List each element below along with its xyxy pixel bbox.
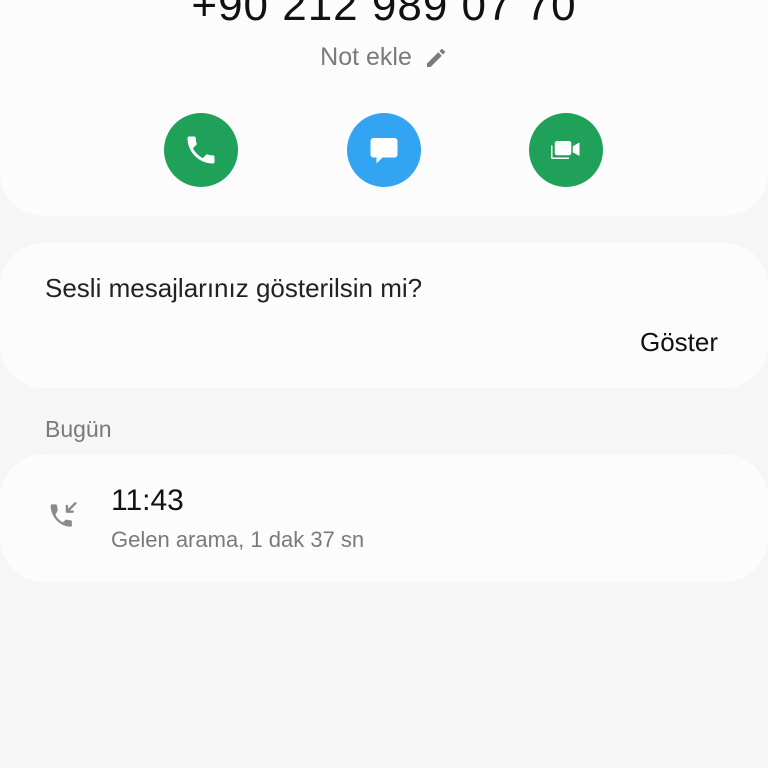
pencil-icon [426,48,445,67]
message-button[interactable] [347,113,421,187]
call-log-entry[interactable] [0,454,768,582]
call-log-detail: Gelen arama, 1 dak 37 sn [111,527,365,552]
history-section-label: Bugün [45,416,112,442]
message-bubble-icon [370,138,398,164]
call-log-time: 11:43 [111,484,184,517]
call-button[interactable] [164,113,238,187]
phone-icon [187,136,215,164]
add-note-label: Not ekle [320,43,412,71]
voicemail-question: Sesli mesajlarınız gösterilsin mi? [45,273,423,303]
add-note-button[interactable]: Not ekle [0,43,768,72]
phone-number: +90 212 989 07 70 [191,0,577,30]
show-voicemail-button[interactable]: Göster [640,327,718,358]
voicemail-prompt-card: Sesli mesajlarınız gösterilsin mi? Göste… [0,243,768,388]
video-call-button[interactable] [529,113,603,187]
incoming-call-icon [50,502,77,527]
video-camera-icon [551,141,580,159]
contact-header-card: +90 212 989 07 70 Not ekle [0,0,768,216]
